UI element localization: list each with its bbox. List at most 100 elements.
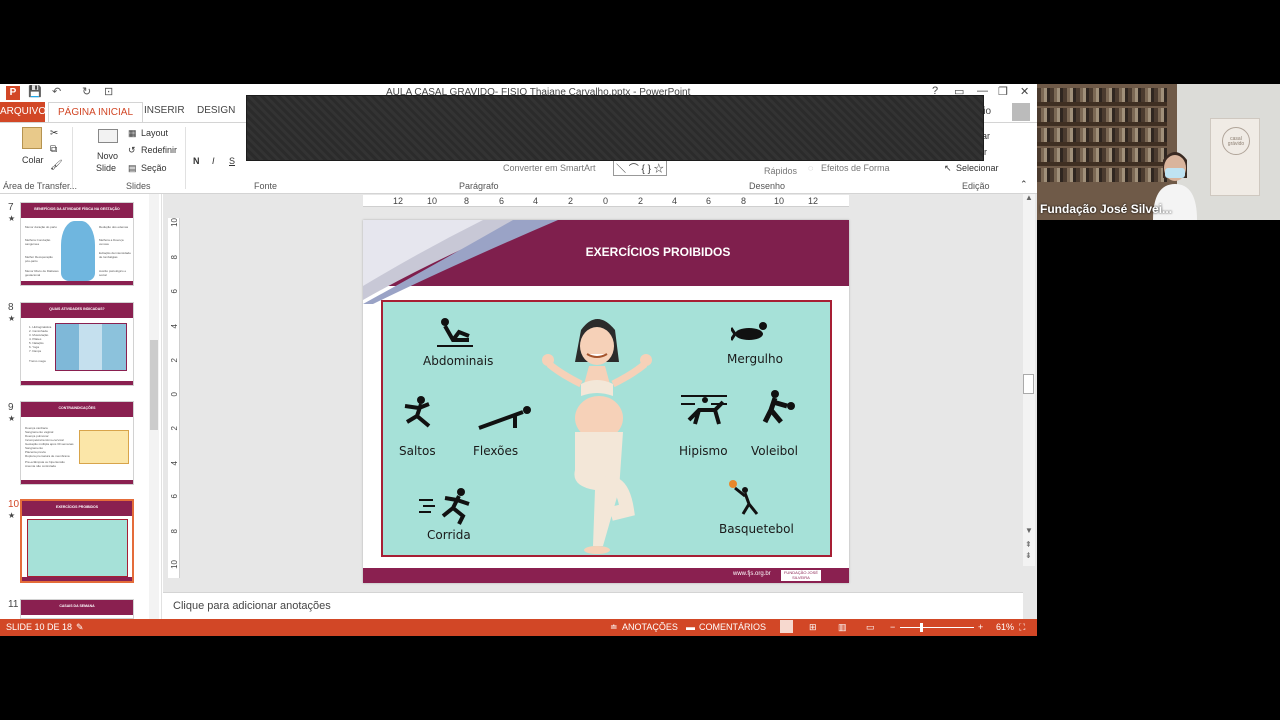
current-slide[interactable]: EXERCÍCIOS PROIBIDOS Abdominais Mergulho [363,220,849,583]
jump-icon [404,396,431,428]
cut-icon[interactable]: ✂ [50,128,58,139]
italic-button[interactable]: I [212,156,215,166]
tab-file[interactable]: ARQUIVO [0,102,46,122]
select-button[interactable]: Selecionar [956,163,999,173]
zoom-out-icon[interactable]: − [890,622,895,632]
new-slide-button[interactable]: Novo [97,151,118,161]
notes-icon[interactable]: ≐ [610,622,618,633]
ruler-tick: 8 [170,529,179,534]
thumbnail-text: Menor duração do parto [25,225,58,229]
ruler-tick: 2 [568,196,574,206]
zoom-slider[interactable] [900,623,974,632]
shelf [1037,102,1167,106]
slideshow-icon[interactable]: ▭ [866,622,875,633]
ruler-tick: 12 [808,196,819,206]
format-painter-icon[interactable]: 🖌 [50,160,63,171]
section-icon[interactable]: ▤ [128,163,137,174]
group-label-paragraph: Parágrafo [459,181,499,191]
paste-icon[interactable] [22,127,42,149]
ruler-tick: 6 [499,196,505,206]
scroll-thumb[interactable] [1023,374,1034,394]
shape-effects-icon[interactable]: ◌ [808,163,813,173]
tab-design[interactable]: DESIGN [197,105,235,116]
slide-thumbnail-11[interactable]: CASAIS DA SEMANA [20,599,134,619]
ruler-tick: 4 [533,196,539,206]
convert-smartart-button[interactable]: Converter em SmartArt [503,163,596,173]
thumbnail-scroll-thumb[interactable] [150,340,158,430]
powerpoint-window: P 💾 ↶ ↻ ⊡ AULA CASAL GRAVIDO- FISIO Thai… [0,84,1037,636]
pregnant-woman-image [61,221,95,281]
quick-styles-button[interactable]: Rápidos [764,166,797,176]
copy-icon[interactable]: ⧉ [50,144,57,155]
vertical-scrollbar[interactable]: ▲ ▼ ⇞ ⇟ [1023,193,1035,566]
thumbnail-text: Auxílio psicológico e social [99,269,127,277]
ruler-tick: 4 [170,324,179,329]
tab-insert[interactable]: INSERIR [144,105,185,116]
layout-icon[interactable]: ▦ [128,128,137,139]
slide-thumbnail-8[interactable]: QUAIS ATIVIDADES INDICADAS? 1. Hidroginá… [20,302,134,386]
redo-icon[interactable]: ↻ [82,85,91,98]
slide-title[interactable]: EXERCÍCIOS PROIBIDOS [533,245,783,259]
tab-home[interactable]: PÁGINA INICIAL [48,102,144,123]
zoom-in-icon[interactable]: + [978,622,983,632]
previous-slide-icon[interactable]: ⇞ [1025,540,1032,549]
shapes-gallery[interactable]: ＼ ⌒ { } ☆ [613,159,667,176]
video-participant-tile[interactable]: casal grávido Fundação José Silvei... [1037,84,1280,220]
header-swoosh-graphic [363,220,558,304]
pregnant-woman-illustration [542,319,652,554]
slide-number: 8 [8,302,14,313]
vertical-ruler: 10 8 6 4 2 0 2 4 6 8 10 [168,218,180,578]
comments-button[interactable]: COMENTÁRIOS [699,622,766,632]
forbidden-exercises-illustration[interactable]: Abdominais Mergulho Saltos Flexões Hipis… [381,300,832,557]
transition-star-icon: ★ [8,214,16,223]
notes-toggle-button[interactable]: ANOTAÇÕES [622,622,678,632]
spell-check-icon[interactable]: ✎ [76,622,84,633]
thumbnail-scrollbar[interactable] [149,194,159,619]
fit-to-window-icon[interactable]: ⛶ [1019,622,1025,633]
participant-name: Fundação José Silvei... [1040,202,1173,216]
exercise-label: Mergulho [727,352,783,366]
paste-button[interactable]: Colar [22,155,44,165]
running-icon [419,488,470,525]
restore-button[interactable]: ❐ [998,85,1008,98]
collapse-ribbon-icon[interactable]: ⌃ [1020,179,1028,190]
slide-edit-area[interactable]: 12 10 8 6 4 2 0 2 4 6 8 10 12 10 8 6 4 2… [163,193,1037,619]
exercise-label: Corrida [427,528,471,542]
underline-button[interactable]: S [229,156,235,166]
layout-button[interactable]: Layout [141,128,168,138]
avatar[interactable] [1012,103,1030,121]
slide-sorter-icon[interactable]: ⊞ [809,622,817,633]
shape-effects-button[interactable]: Efeitos de Forma [821,163,890,173]
present-from-start-icon[interactable]: ⊡ [104,85,113,98]
section-button[interactable]: Seção [141,163,167,173]
slide-counter: SLIDE 10 DE 18 [6,622,73,632]
new-slide-icon[interactable] [98,129,118,143]
bold-button[interactable]: N [193,156,200,166]
save-icon[interactable]: 💾 [28,85,42,98]
thumbnail-title: EXERCÍCIOS PROIBIDOS [55,505,99,509]
notes-placeholder[interactable]: Clique para adicionar anotações [173,600,331,612]
group-label-editing: Edição [962,181,990,191]
slide-thumbnail-9[interactable]: CONTRAINDICAÇÕES Doença cardíaca Sangram… [20,401,134,485]
zoom-slider-thumb[interactable] [919,623,923,632]
scroll-down-icon[interactable]: ▼ [1025,526,1033,535]
slide-thumbnail-10-selected[interactable]: EXERCÍCIOS PROIBIDOS [20,499,134,583]
reading-view-icon[interactable]: ▥ [838,622,847,633]
activities-photo-collage [55,323,127,371]
comments-icon[interactable]: ▬ [686,622,695,632]
new-slide-dropdown[interactable]: Slide [96,163,116,173]
select-icon[interactable]: ↖ [944,163,952,174]
next-slide-icon[interactable]: ⇟ [1025,551,1032,560]
zoom-level[interactable]: 61% [996,622,1014,632]
exercise-label: Basquetebol [719,522,794,536]
reset-icon[interactable]: ↺ [128,145,136,156]
shelf [1037,122,1167,126]
normal-view-icon[interactable] [780,620,793,633]
undo-icon[interactable]: ↶ [52,85,61,98]
reset-button[interactable]: Redefinir [141,145,177,155]
close-button[interactable]: ✕ [1020,85,1029,98]
notes-pane[interactable]: Clique para adicionar anotações [163,592,1023,619]
slide-thumbnail-7[interactable]: BENEFÍCIOS DA ATIVIDADE FÍSICA NA GESTAÇ… [20,202,134,286]
scroll-up-icon[interactable]: ▲ [1025,193,1033,202]
slide-thumbnail-panel[interactable]: 7 ★ BENEFÍCIOS DA ATIVIDADE FÍSICA NA GE… [0,194,162,619]
